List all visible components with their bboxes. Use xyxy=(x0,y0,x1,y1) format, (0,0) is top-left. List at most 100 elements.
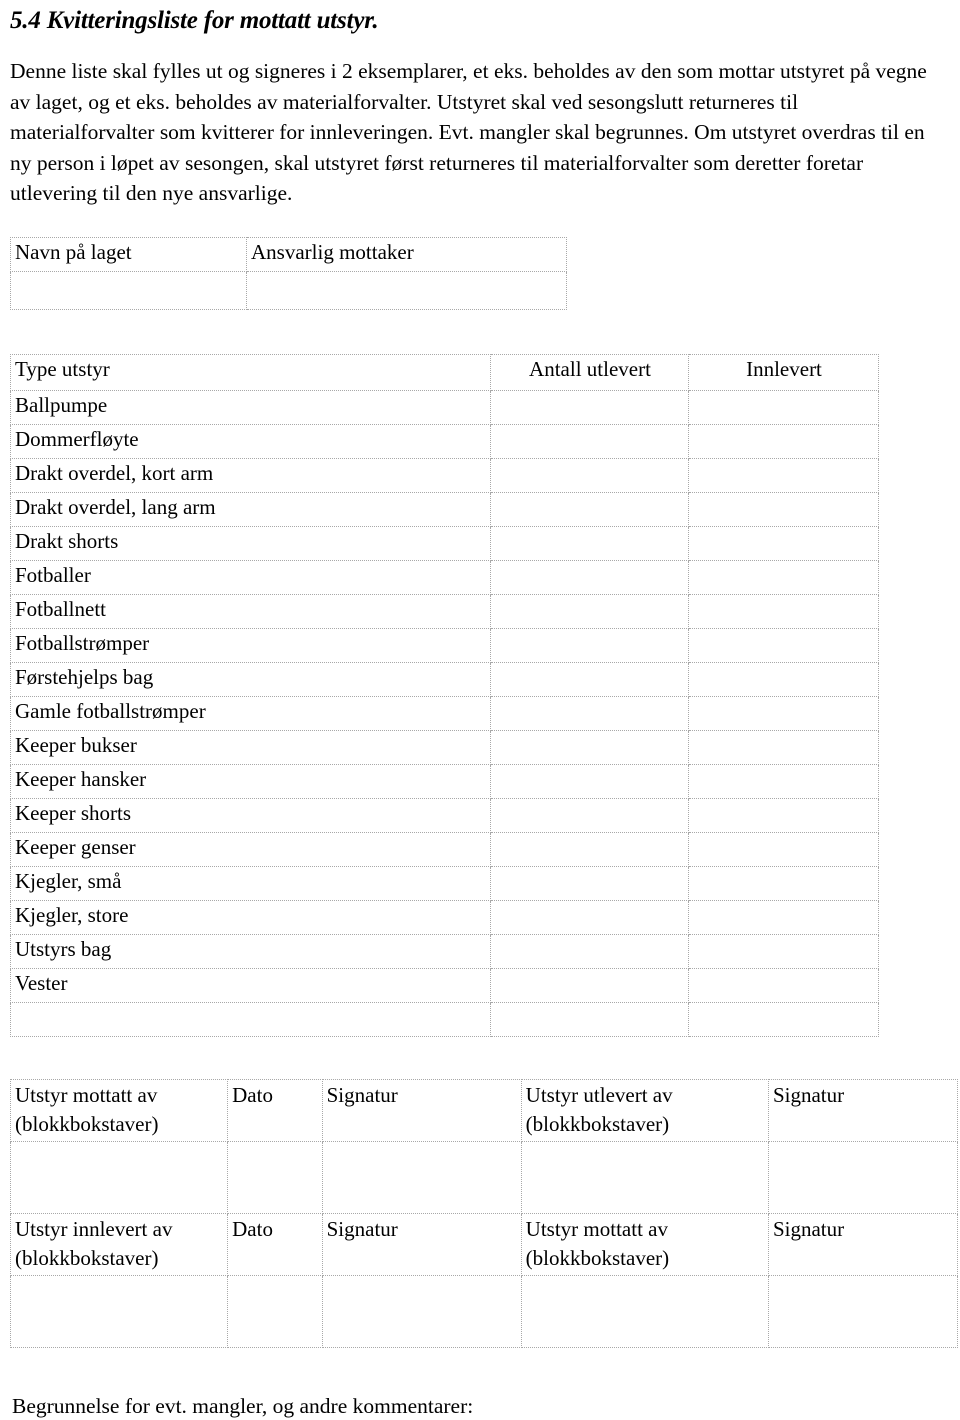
table-row xyxy=(10,1001,879,1037)
equipment-type-cell: Fotballer xyxy=(10,559,491,595)
equipment-type-cell: Dommerfløyte xyxy=(10,423,491,459)
equipment-innlevert-cell[interactable] xyxy=(688,899,879,935)
equipment-innlevert-cell[interactable] xyxy=(688,763,879,799)
equipment-type-cell: Drakt shorts xyxy=(10,525,491,561)
equipment-table-header-row: Type utstyr Antall utlevert Innlevert xyxy=(10,353,879,391)
field-signatur-3[interactable] xyxy=(321,1274,522,1348)
equipment-antall-cell[interactable] xyxy=(490,865,689,901)
field-signatur-1[interactable] xyxy=(321,1140,522,1214)
equipment-innlevert-cell[interactable] xyxy=(688,695,879,731)
label-utstyr-mottatt-av: Utstyr mottatt av (blokkbokstaver) xyxy=(9,1078,229,1142)
equipment-innlevert-cell[interactable] xyxy=(688,661,879,697)
equipment-antall-cell[interactable] xyxy=(490,695,689,731)
equipment-innlevert-cell[interactable] xyxy=(688,389,879,425)
label-signatur-2: Signatur xyxy=(767,1078,959,1142)
equipment-innlevert-cell[interactable] xyxy=(688,525,879,561)
equipment-innlevert-cell[interactable] xyxy=(688,559,879,595)
equipment-type-cell: Drakt overdel, kort arm xyxy=(10,457,491,493)
field-dato-1[interactable] xyxy=(227,1140,323,1214)
equipment-innlevert-cell[interactable] xyxy=(688,423,879,459)
equipment-innlevert-cell[interactable] xyxy=(688,865,879,901)
table-row: Vester xyxy=(10,967,879,1003)
table-row: Fotballnett xyxy=(10,593,879,629)
equipment-antall-cell[interactable] xyxy=(490,457,689,493)
comments-note: Begrunnelse for evt. mangler, og andre k… xyxy=(12,1393,474,1418)
equipment-table-body: Ballpumpe Dommerfløyte Drakt overdel, kort… xyxy=(10,389,879,1037)
equipment-antall-cell[interactable] xyxy=(490,763,689,799)
equipment-antall-cell[interactable] xyxy=(490,525,689,561)
table-row: Drakt overdel, kort arm xyxy=(10,457,879,493)
label-signatur-4: Signatur xyxy=(767,1212,959,1276)
equipment-innlevert-cell[interactable] xyxy=(688,831,879,867)
label-signatur-3: Signatur xyxy=(321,1212,522,1276)
column-header-antall-utlevert: Antall utlevert xyxy=(490,353,689,391)
field-dato-2[interactable] xyxy=(227,1274,323,1348)
equipment-antall-cell[interactable] xyxy=(490,831,689,867)
table-row: Keeper shorts xyxy=(10,797,879,833)
equipment-type-cell: Drakt overdel, lang arm xyxy=(10,491,491,527)
table-row: Fotballstrømper xyxy=(10,627,879,663)
table-row xyxy=(10,270,567,310)
responsible-receiver-field[interactable] xyxy=(246,270,567,310)
field-utstyr-mottatt-av[interactable] xyxy=(9,1140,229,1214)
label-dato-2: Dato xyxy=(227,1212,323,1276)
field-signatur-4[interactable] xyxy=(767,1274,959,1348)
table-row: Utstyr mottatt av (blokkbokstaver) Dato … xyxy=(9,1078,959,1142)
equipment-type-cell: Keeper hansker xyxy=(10,763,491,799)
table-row xyxy=(9,1274,959,1348)
equipment-antall-cell[interactable] xyxy=(490,627,689,663)
equipment-antall-cell[interactable] xyxy=(490,491,689,527)
equipment-innlevert-cell[interactable] xyxy=(688,729,879,765)
equipment-type-cell: Fotballstrømper xyxy=(10,627,491,663)
table-row: Keeper genser xyxy=(10,831,879,867)
equipment-type-cell: Gamle fotballstrømper xyxy=(10,695,491,731)
equipment-innlevert-cell[interactable] xyxy=(688,1001,879,1037)
equipment-innlevert-cell[interactable] xyxy=(688,967,879,1003)
equipment-type-cell: Vester xyxy=(10,967,491,1003)
equipment-innlevert-cell[interactable] xyxy=(688,933,879,969)
label-signatur-1: Signatur xyxy=(321,1078,522,1142)
field-utstyr-utlevert-av[interactable] xyxy=(520,1140,769,1214)
equipment-antall-cell[interactable] xyxy=(490,661,689,697)
label-utstyr-innlevert-av: Utstyr innlevert av (blokkbokstaver) xyxy=(9,1212,229,1276)
table-row: Utstyrs bag xyxy=(10,933,879,969)
equipment-innlevert-cell[interactable] xyxy=(688,797,879,833)
equipment-antall-cell[interactable] xyxy=(490,1001,689,1037)
equipment-innlevert-cell[interactable] xyxy=(688,491,879,527)
table-row: Kjegler, små xyxy=(10,865,879,901)
table-row xyxy=(9,1140,959,1214)
equipment-antall-cell[interactable] xyxy=(490,967,689,1003)
equipment-antall-cell[interactable] xyxy=(490,729,689,765)
field-signatur-2[interactable] xyxy=(767,1140,959,1214)
equipment-table: Type utstyr Antall utlevert Innlevert Ba… xyxy=(10,353,879,1037)
equipment-antall-cell[interactable] xyxy=(490,389,689,425)
equipment-antall-cell[interactable] xyxy=(490,797,689,833)
label-dato-1: Dato xyxy=(227,1078,323,1142)
label-utstyr-utlevert-av: Utstyr utlevert av (blokkbokstaver) xyxy=(520,1078,769,1142)
table-row: Dommerfløyte xyxy=(10,423,879,459)
equipment-innlevert-cell[interactable] xyxy=(688,593,879,629)
field-utstyr-innlevert-av[interactable] xyxy=(9,1274,229,1348)
equipment-table-wrapper: Type utstyr Antall utlevert Innlevert Ba… xyxy=(10,353,879,1037)
team-table-wrapper: Navn på laget Ansvarlig mottaker xyxy=(10,236,567,310)
table-row: Navn på laget Ansvarlig mottaker xyxy=(10,236,567,272)
document-page: 5.4 Kvitteringsliste for mottatt utstyr.… xyxy=(0,6,960,1418)
signature-table-top: Utstyr mottatt av (blokkbokstaver) Dato … xyxy=(9,1078,959,1348)
table-row: Keeper bukser xyxy=(10,729,879,765)
equipment-type-cell: Keeper shorts xyxy=(10,797,491,833)
field-utstyr-mottatt-av-2[interactable] xyxy=(520,1274,769,1348)
equipment-type-cell: Kjegler, små xyxy=(10,865,491,901)
equipment-innlevert-cell[interactable] xyxy=(688,627,879,663)
table-row: Kjegler, store xyxy=(10,899,879,935)
equipment-type-cell: Keeper bukser xyxy=(10,729,491,765)
table-row: Drakt overdel, lang arm xyxy=(10,491,879,527)
equipment-antall-cell[interactable] xyxy=(490,593,689,629)
equipment-antall-cell[interactable] xyxy=(490,559,689,595)
table-row: Keeper hansker xyxy=(10,763,879,799)
equipment-innlevert-cell[interactable] xyxy=(688,457,879,493)
team-name-field[interactable] xyxy=(10,270,247,310)
equipment-antall-cell[interactable] xyxy=(490,899,689,935)
equipment-antall-cell[interactable] xyxy=(490,933,689,969)
equipment-type-cell: Utstyrs bag xyxy=(10,933,491,969)
equipment-antall-cell[interactable] xyxy=(490,423,689,459)
